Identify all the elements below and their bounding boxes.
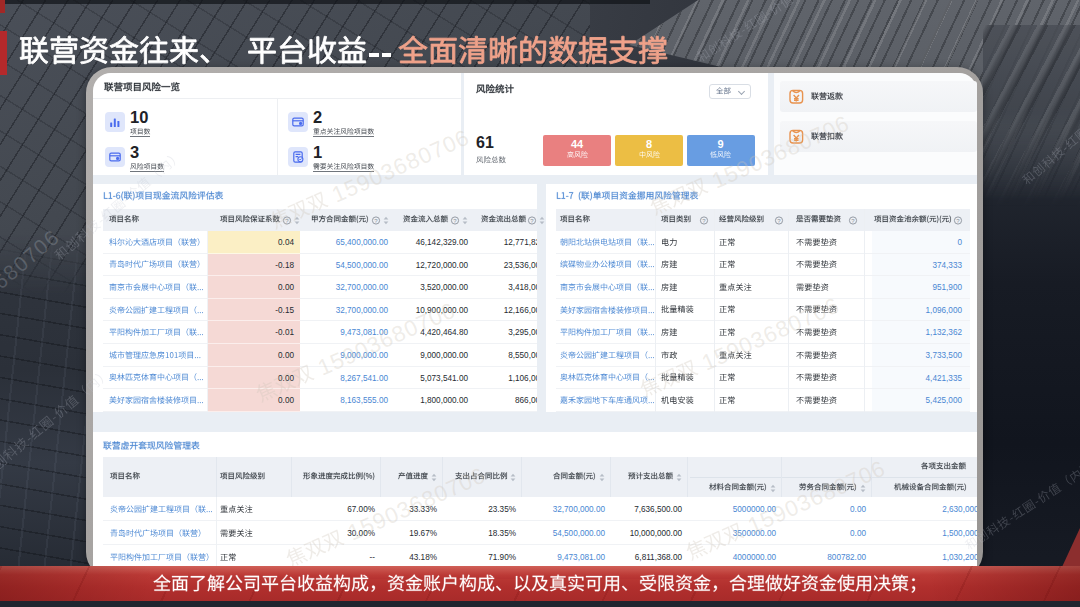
svg-text:?: ? [374,218,378,224]
svg-text:?: ? [530,218,534,224]
svg-text:?: ? [702,218,706,224]
svg-text:?: ? [453,218,457,224]
svg-text:?: ? [851,218,855,224]
svg-text:?: ? [777,218,781,224]
